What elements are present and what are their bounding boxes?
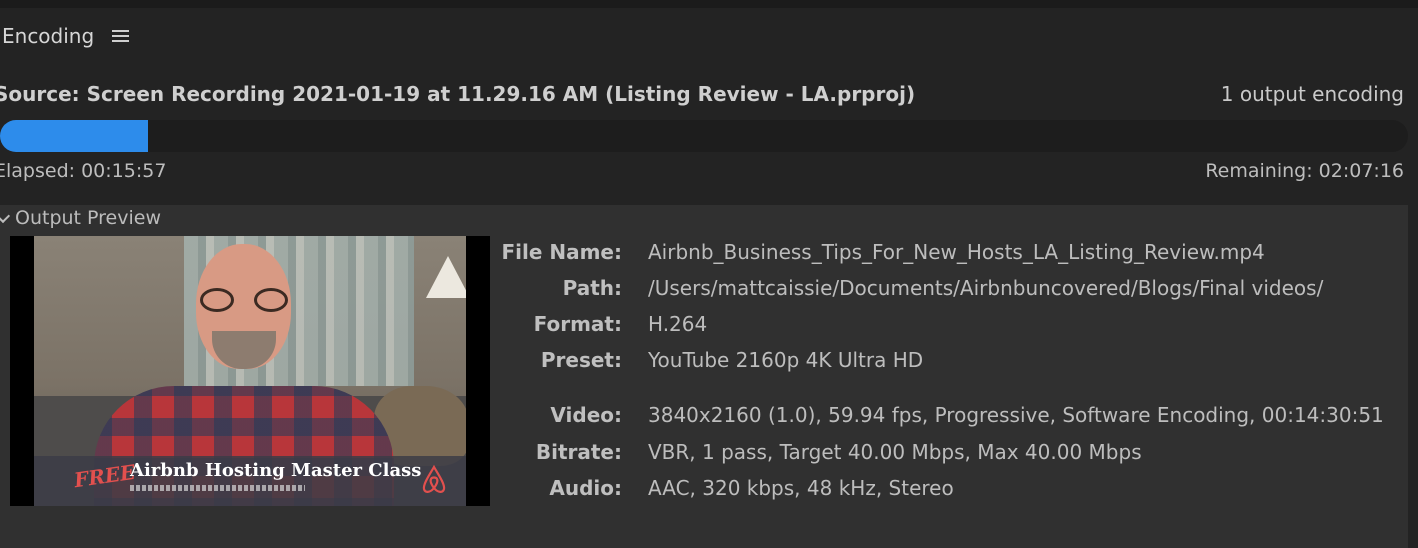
detail-row-format: Format: H.264 — [0, 312, 1400, 340]
detail-label: Format: — [533, 312, 622, 336]
detail-label: Bitrate: — [535, 440, 622, 464]
output-preview-toggle[interactable]: Output Preview — [0, 207, 161, 229]
detail-value: 3840x2160 (1.0), 59.94 fps, Progressive,… — [648, 403, 1384, 427]
output-preview-section: Output Preview FREE Airbnb Hosting Maste… — [0, 205, 1408, 548]
source-label: Source: Screen Recording 2021-01-19 at 1… — [0, 82, 916, 106]
source-row: Source: Screen Recording 2021-01-19 at 1… — [0, 80, 1404, 110]
elapsed-time: Elapsed: 00:15:57 — [0, 160, 167, 182]
chevron-down-icon — [0, 208, 11, 224]
detail-value: /Users/mattcaissie/Documents/Airbnbuncov… — [648, 276, 1324, 300]
detail-value: YouTube 2160p 4K Ultra HD — [648, 348, 924, 372]
detail-row-preset: Preset: YouTube 2160p 4K Ultra HD — [0, 348, 1400, 376]
remaining-time: Remaining: 02:07:16 — [1205, 160, 1404, 182]
detail-value: Airbnb_Business_Tips_For_New_Hosts_LA_Li… — [648, 240, 1265, 264]
detail-row-bitrate: Bitrate: VBR, 1 pass, Target 40.00 Mbps,… — [0, 440, 1400, 468]
output-preview-label: Output Preview — [15, 207, 161, 229]
detail-label: Audio: — [549, 476, 622, 500]
panel-header: Encoding — [0, 8, 1418, 64]
detail-row-file-name: File Name: Airbnb_Business_Tips_For_New_… — [0, 240, 1400, 268]
detail-value: H.264 — [648, 312, 708, 336]
output-count: 1 output encoding — [1220, 82, 1404, 106]
panel-title[interactable]: Encoding — [2, 24, 94, 48]
progress-fill — [0, 120, 148, 152]
detail-label: Video: — [550, 403, 622, 427]
time-row: Elapsed: 00:15:57 Remaining: 02:07:16 — [0, 160, 1404, 188]
detail-row-audio: Audio: AAC, 320 kbps, 48 kHz, Stereo — [0, 476, 1400, 504]
detail-row-video: Video: 3840x2160 (1.0), 59.94 fps, Progr… — [0, 403, 1400, 431]
detail-value: VBR, 1 pass, Target 40.00 Mbps, Max 40.0… — [648, 440, 1142, 464]
hamburger-menu-icon[interactable] — [112, 29, 130, 43]
detail-row-path: Path: /Users/mattcaissie/Documents/Airbn… — [0, 276, 1400, 304]
detail-label: File Name: — [501, 240, 622, 264]
detail-label: Path: — [562, 276, 622, 300]
detail-value: AAC, 320 kbps, 48 kHz, Stereo — [648, 476, 954, 500]
detail-label: Preset: — [540, 348, 622, 372]
top-strip — [0, 0, 1418, 8]
encoding-progress-bar — [0, 120, 1408, 152]
